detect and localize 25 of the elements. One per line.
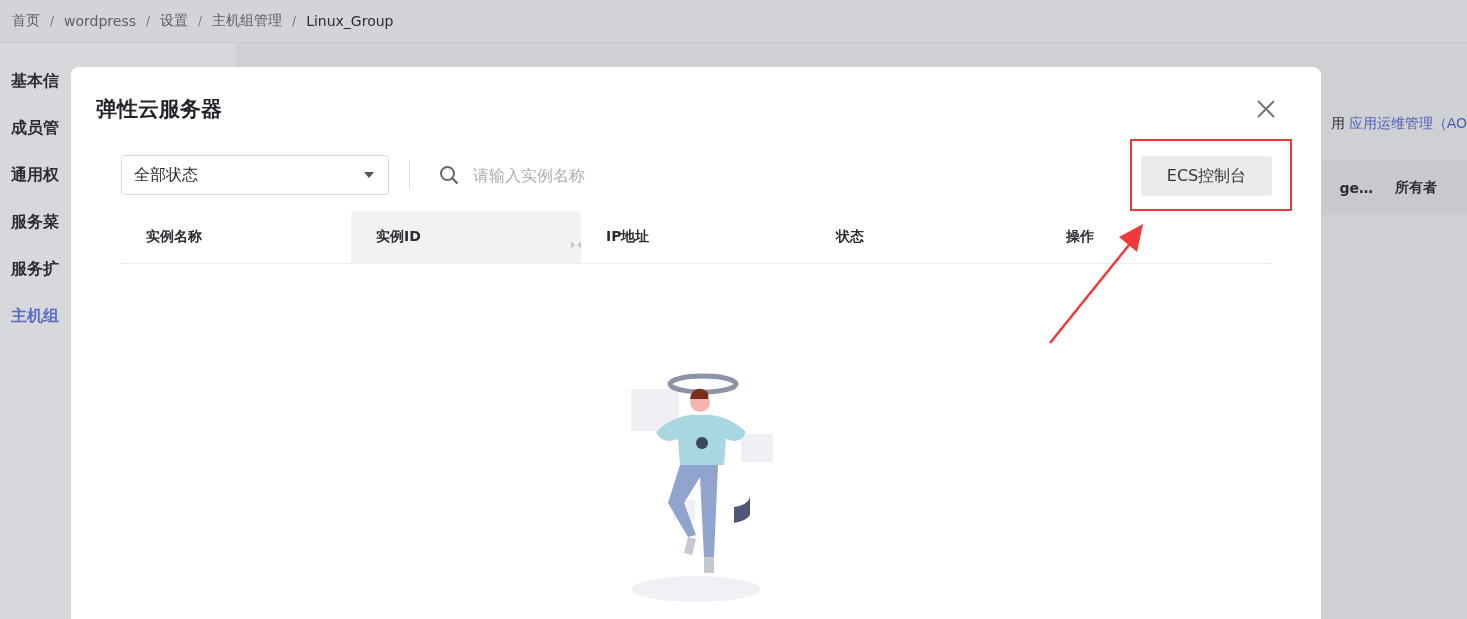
search-icon [439, 165, 459, 185]
breadcrumb-link[interactable]: wordpress [64, 13, 136, 29]
column-header[interactable]: 实例ID [351, 211, 581, 263]
column-header[interactable]: IP地址 [581, 211, 811, 263]
breadcrumb-separator: / [198, 14, 203, 28]
breadcrumb-separator: / [292, 14, 297, 28]
caret-icon [364, 172, 374, 178]
column-header[interactable]: 实例名称 [121, 211, 351, 263]
breadcrumb-separator: / [50, 14, 55, 28]
column-header[interactable]: 状态 [811, 211, 1041, 263]
close-icon[interactable] [1256, 99, 1276, 119]
console-button[interactable]: ECS控制台 [1141, 156, 1272, 196]
column-header: 所有者 [1395, 178, 1437, 197]
breadcrumb-link[interactable]: 首页 [12, 12, 40, 30]
resize-handle-icon[interactable] [571, 238, 581, 252]
status-select[interactable]: 全部状态 [121, 155, 389, 195]
notice-text: 用 [1330, 115, 1345, 133]
breadcrumb-link[interactable]: Linux_Group [306, 13, 394, 29]
breadcrumb-link[interactable]: 设置 [160, 12, 189, 30]
column-header[interactable]: 操作 [1041, 211, 1271, 263]
breadcrumb-link[interactable]: 主机组管理 [212, 12, 283, 30]
breadcrumb-separator: / [146, 14, 151, 28]
column-header: ge… [1339, 179, 1373, 196]
dialog-title: 弹性云服务器 [96, 96, 222, 123]
notice-link[interactable]: 应用运维管理（AO [1348, 115, 1467, 133]
